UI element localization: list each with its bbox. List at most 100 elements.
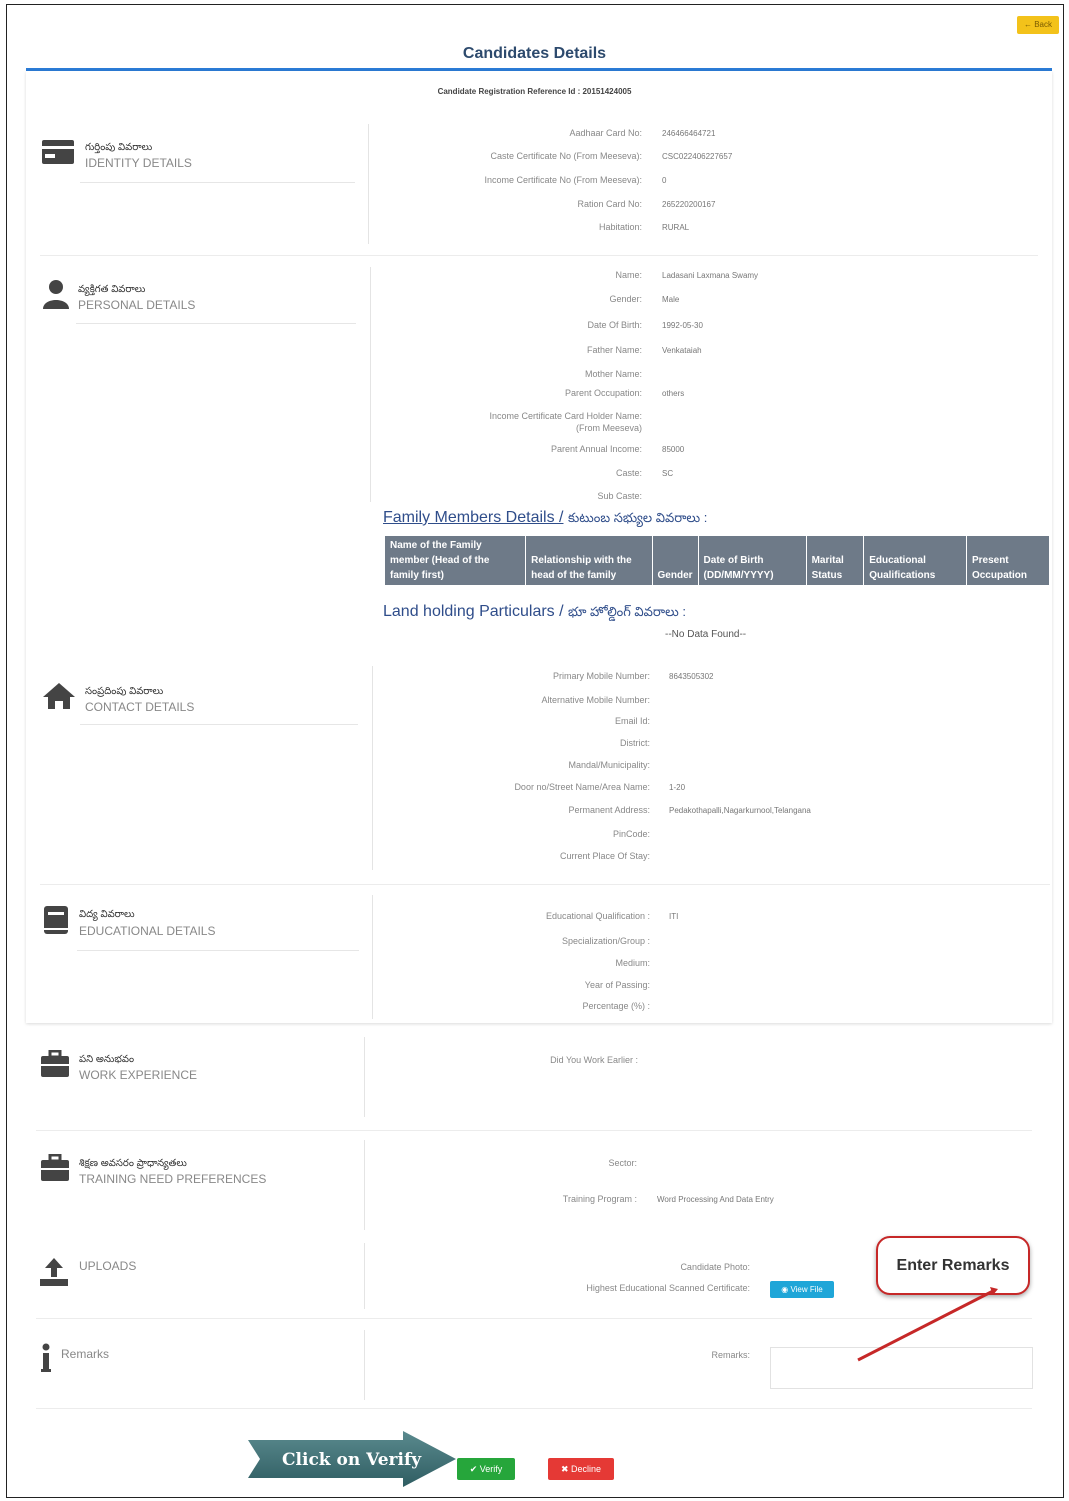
training-program-label: Training Program : (562, 1194, 637, 1204)
candidate-photo-label: Candidate Photo: (680, 1262, 750, 1272)
land-no-data: --No Data Found-- (665, 629, 747, 640)
click-verify-label: Click on Verify (282, 1450, 422, 1470)
uploads-divider (364, 1243, 365, 1309)
user-icon (43, 279, 69, 314)
work-earlier-label: Did You Work Earlier : (550, 1055, 638, 1065)
training-title: TRAINING NEED PREFERENCES (79, 1172, 267, 1186)
field-value: Male (662, 295, 680, 304)
section-separator (36, 1408, 1032, 1409)
field-label: Email Id: (614, 716, 650, 726)
field-label: Gender: (609, 294, 642, 304)
field-label: Habitation: (598, 222, 642, 232)
field-value: RURAL (662, 223, 690, 232)
family-column-header: Marital Status (805, 535, 865, 586)
section-separator (40, 884, 1050, 885)
remarks-title: Remarks (61, 1347, 110, 1361)
field-label: Caste Certificate No (From Meeseva): (490, 151, 642, 161)
training-divider (364, 1140, 365, 1230)
field-value: Ladasani Laxmana Swamy (662, 271, 759, 280)
field-value: ITI (669, 912, 679, 921)
page-title: Candidates Details (462, 45, 607, 62)
identity-title: IDENTITY DETAILS (85, 156, 192, 170)
book-icon (43, 905, 69, 940)
back-button[interactable]: ← Back (1017, 16, 1059, 34)
work-title: WORK EXPERIENCE (79, 1068, 198, 1082)
family-title-te: కుటుంబ సభ్యుల వివరాలు : (567, 510, 708, 525)
personal-underline (76, 323, 356, 324)
info-icon (40, 1343, 52, 1378)
field-value: 265220200167 (662, 200, 716, 209)
field-value: 1992-05-30 (662, 321, 703, 330)
family-column-header: Relationship with the head of the family (525, 535, 653, 586)
field-label: Parent Annual Income: (550, 444, 642, 454)
work-title-te: పని అనుభవం (79, 1054, 135, 1065)
family-table: Name of the Family member (Head of the f… (383, 535, 1051, 586)
field-label: Father Name: (586, 345, 642, 355)
family-column-header: Date of Birth (DD/MM/YYYY) (697, 535, 807, 586)
home-icon (42, 682, 76, 715)
identity-title-te: గుర్తింపు వివరాలు (85, 142, 153, 153)
field-label: Year of Passing: (584, 980, 650, 990)
education-divider (372, 895, 373, 1019)
remarks-divider (364, 1330, 365, 1400)
uploads-title: UPLOADS (79, 1259, 137, 1273)
sector-label: Sector: (608, 1158, 637, 1168)
identity-divider (368, 124, 369, 244)
work-divider (364, 1037, 365, 1117)
personal-title: PERSONAL DETAILS (78, 298, 196, 312)
personal-divider (370, 267, 371, 502)
briefcase-icon (40, 1049, 70, 1083)
contact-underline (80, 724, 358, 725)
field-label: Parent Occupation: (564, 388, 642, 398)
family-column-header: Name of the Family member (Head of the f… (383, 535, 527, 586)
field-label: Sub Caste: (597, 491, 642, 501)
field-label: Income Certificate No (From Meeseva): (484, 175, 642, 185)
field-label: Ration Card No: (577, 199, 642, 209)
remarks-label: Remarks: (711, 1350, 750, 1360)
field-label: Percentage (%) : (582, 1001, 650, 1011)
field-label: Date Of Birth: (587, 320, 642, 330)
training-program-value: Word Processing And Data Entry (657, 1195, 774, 1204)
field-label: Name: (615, 270, 642, 280)
personal-title-te: వ్యక్తిగత వివరాలు (78, 284, 146, 295)
education-underline (77, 950, 359, 951)
land-title-te: భూ హోల్డింగ్ వివరాలు : (568, 604, 687, 619)
field-label: Alternative Mobile Number: (541, 695, 650, 705)
education-title-te: విద్య వివరాలు (79, 909, 135, 920)
registration-reference: Candidate Registration Reference Id : 20… (437, 87, 632, 96)
contact-title: CONTACT DETAILS (85, 700, 195, 714)
field-value: others (662, 389, 685, 398)
field-value: 246466464721 (662, 129, 716, 138)
family-column-header: Educational Qualifications (863, 535, 967, 586)
family-heading: Family Members Details / కుటుంబ సభ్యుల వ… (383, 509, 707, 529)
field-label: Mother Name: (584, 369, 642, 379)
field-value: 0 (662, 176, 667, 185)
contact-title-te: సంప్రదింపు వివరాలు (85, 686, 164, 697)
certificate-label: Highest Educational Scanned Certificate: (586, 1283, 750, 1293)
field-label: Caste: (615, 468, 642, 478)
field-label: Income Certificate Card Holder Name: (489, 411, 642, 421)
training-title-te: శిక్షణ అవసరం ప్రాధాన్యతలు (79, 1158, 187, 1169)
field-label: Aadhaar Card No: (569, 128, 642, 138)
field-value: 1-20 (669, 783, 686, 792)
view-file-button[interactable]: ◉ View File (770, 1281, 834, 1298)
family-column-header: Present Occupation (965, 535, 1051, 586)
identity-underline (80, 182, 355, 183)
field-value: CSC022406227657 (662, 152, 733, 161)
field-label: Primary Mobile Number: (552, 671, 650, 681)
field-value: 8643505302 (669, 672, 714, 681)
field-value: 85000 (662, 445, 685, 454)
family-title[interactable]: Family Members Details / (383, 509, 563, 526)
field-value: Pedakothapalli,Nagarkurnool,Telangana (669, 806, 811, 815)
field-label: District: (620, 738, 650, 748)
field-value: SC (662, 469, 674, 478)
briefcase-icon (40, 1153, 70, 1187)
field-label: Current Place Of Stay: (559, 851, 650, 861)
decline-button[interactable]: ✖ Decline (548, 1458, 614, 1480)
field-label: Educational Qualification : (545, 911, 650, 921)
contact-divider (372, 666, 373, 870)
field-label: Mandal/Municipality: (568, 760, 650, 770)
field-label: Door no/Street Name/Area Name: (514, 782, 650, 792)
verify-button[interactable]: ✔ Verify (457, 1458, 515, 1480)
family-column-header: Gender (651, 535, 699, 586)
